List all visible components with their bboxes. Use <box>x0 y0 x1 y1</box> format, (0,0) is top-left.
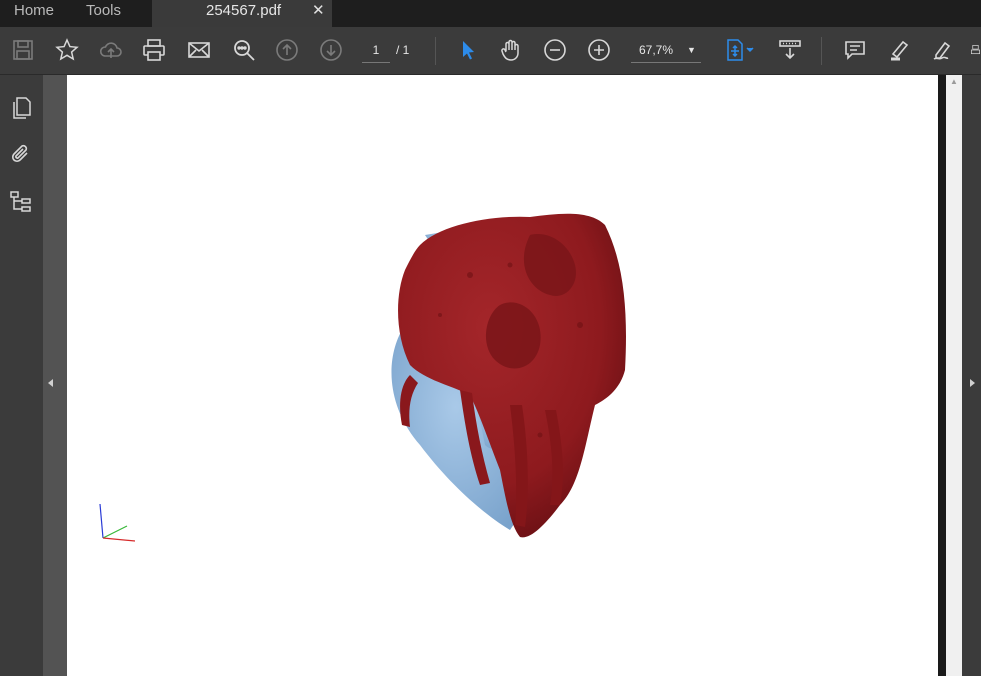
document-tab-label: 254567.pdf <box>206 2 282 19</box>
orientation-axes <box>95 498 145 549</box>
bookmark-star-icon[interactable] <box>54 37 80 63</box>
tab-document[interactable]: 254567.pdf ✕ <box>152 0 332 27</box>
expand-right-pane-icon[interactable] <box>965 376 979 390</box>
cloud-upload-icon[interactable] <box>98 37 124 63</box>
zoom-in-icon[interactable] <box>586 37 612 63</box>
print-icon[interactable] <box>141 37 167 63</box>
tab-home[interactable]: Home <box>14 0 54 27</box>
tab-bar: Home Tools 254567.pdf ✕ <box>0 0 981 27</box>
scroll-up-icon[interactable]: ▲ <box>946 77 962 89</box>
highlight-icon[interactable] <box>886 37 912 63</box>
read-mode-icon[interactable] <box>777 37 803 63</box>
stamp-icon[interactable] <box>970 37 981 63</box>
page-thumbnails-icon[interactable] <box>8 95 34 121</box>
toolbar-divider <box>821 37 822 65</box>
previous-page-icon[interactable] <box>274 37 300 63</box>
select-cursor-icon[interactable] <box>455 37 481 63</box>
search-icon[interactable] <box>231 37 257 63</box>
toolbar-divider <box>435 37 436 65</box>
email-icon[interactable] <box>186 37 212 63</box>
next-page-icon[interactable] <box>318 37 344 63</box>
main-toolbar: 1 / 1 67,7% ▼ <box>0 27 981 75</box>
zoom-out-icon[interactable] <box>542 37 568 63</box>
page-edge <box>938 75 946 676</box>
tab-tools[interactable]: Tools <box>86 0 121 27</box>
close-tab-icon[interactable]: ✕ <box>312 0 325 22</box>
page-number-input[interactable]: 1 <box>362 40 390 63</box>
zoom-level-select[interactable]: 67,7% ▼ <box>631 40 701 63</box>
3d-heart-model[interactable] <box>380 205 640 555</box>
zoom-value: 67,7% <box>639 43 674 57</box>
sign-icon[interactable] <box>930 37 956 63</box>
hand-tool-icon[interactable] <box>498 37 524 63</box>
vertical-scrollbar[interactable]: ▲ <box>946 75 962 676</box>
comment-icon[interactable] <box>842 37 868 63</box>
collapse-left-pane-icon[interactable] <box>44 376 58 390</box>
chevron-down-icon: ▼ <box>687 45 696 55</box>
page-total: / 1 <box>396 43 410 57</box>
model-tree-icon[interactable] <box>8 189 34 215</box>
attachments-icon[interactable] <box>8 141 34 167</box>
save-icon[interactable] <box>10 37 36 63</box>
fit-page-icon[interactable] <box>722 37 756 63</box>
navigation-pane <box>0 75 43 676</box>
